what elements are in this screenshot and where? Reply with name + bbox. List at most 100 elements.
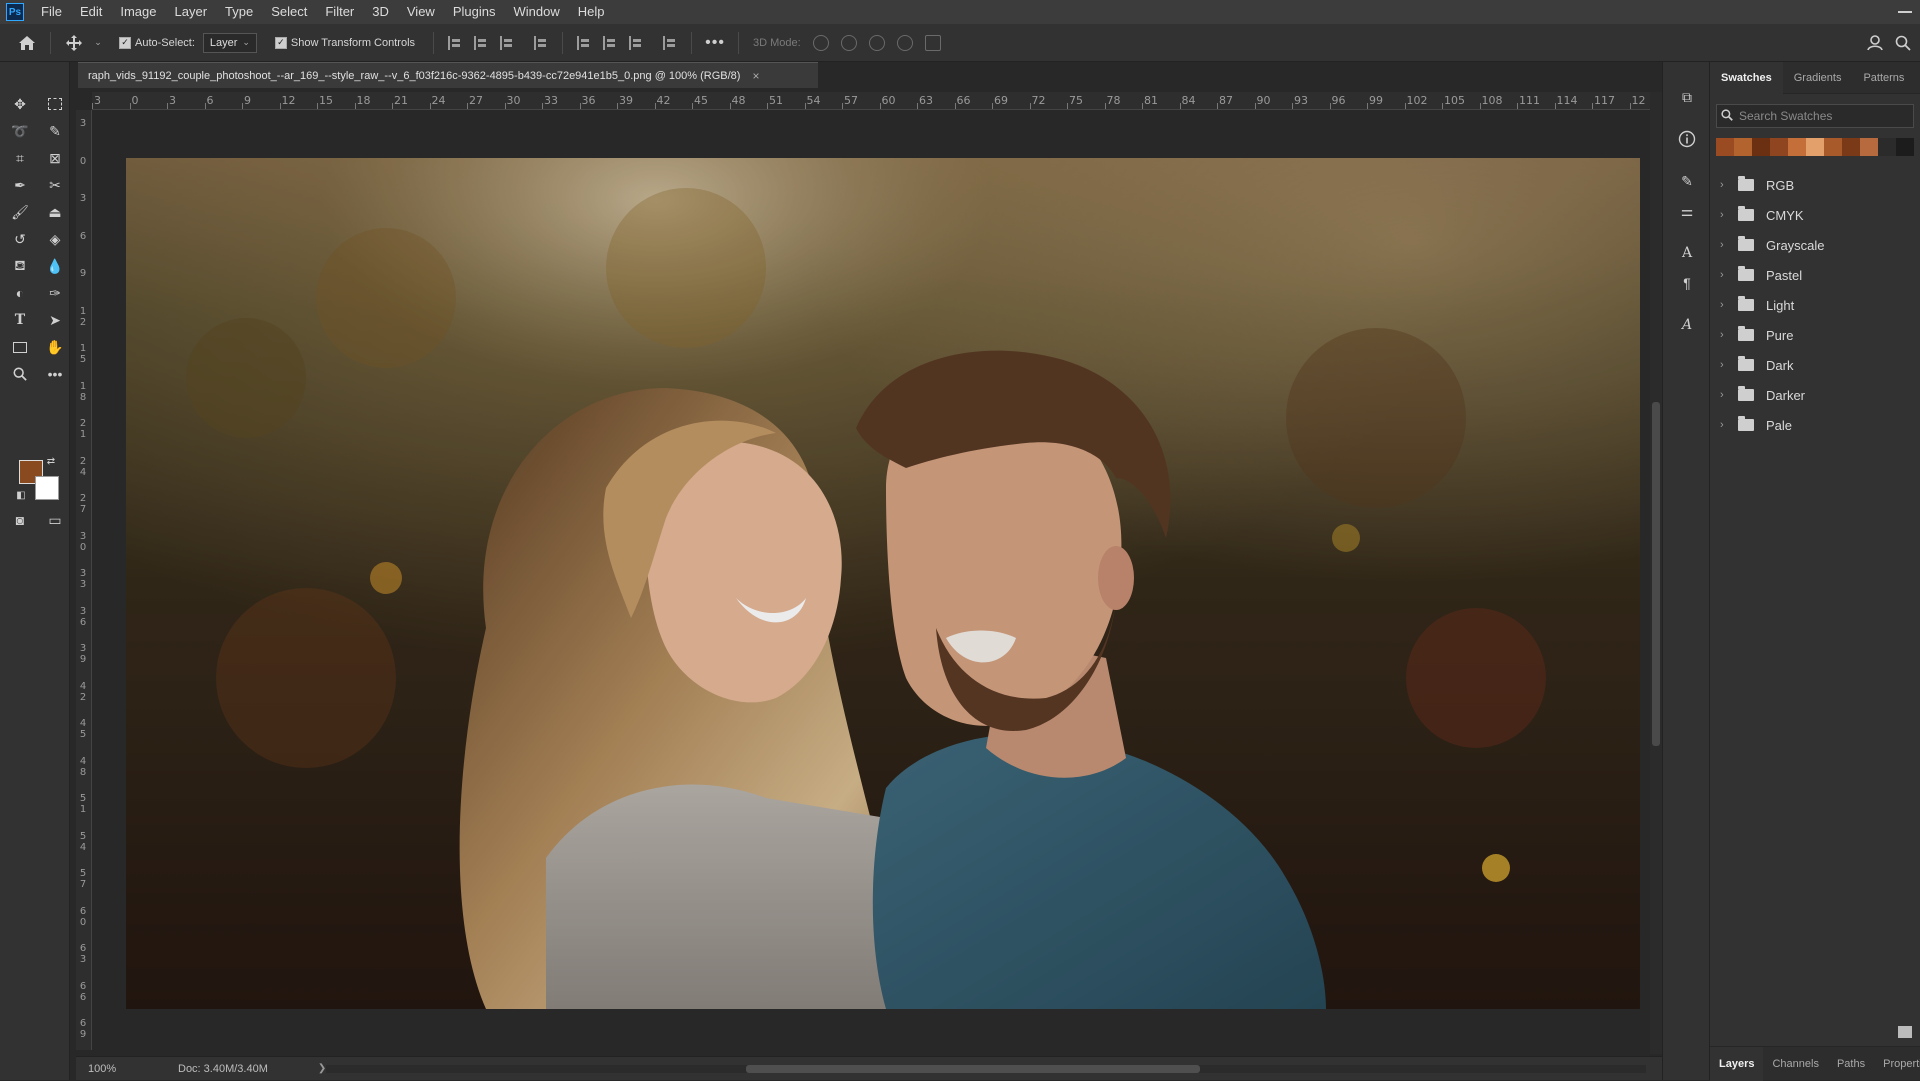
zoom-level[interactable]: 100% [88, 1063, 158, 1075]
eyedropper-tool-icon[interactable]: ✒ [7, 173, 33, 197]
move-tool-icon[interactable]: ✥ [7, 92, 33, 116]
swatch-group-pure[interactable]: › Pure [1710, 320, 1920, 350]
swatch-group-darker[interactable]: › Darker [1710, 380, 1920, 410]
menu-view[interactable]: View [398, 0, 444, 24]
tab-swatches[interactable]: Swatches [1710, 61, 1783, 94]
color-swatch[interactable] [1806, 138, 1824, 156]
adjustments-icon[interactable]: ⚌ [1675, 200, 1699, 222]
auto-select-checkbox[interactable]: ✓ [119, 36, 131, 49]
menu-filter[interactable]: Filter [316, 0, 363, 24]
color-swatch[interactable] [1896, 138, 1914, 156]
paint-bucket-tool-icon[interactable]: ⛾ [7, 254, 33, 278]
paragraph-panel-icon[interactable]: ¶ [1675, 272, 1699, 294]
frame-tool-icon[interactable]: ⊠ [42, 146, 68, 170]
background-color-swatch[interactable] [35, 476, 59, 500]
document-info[interactable]: Doc: 3.40M/3.40M [178, 1063, 268, 1075]
menu-help[interactable]: Help [569, 0, 614, 24]
canvas-area[interactable] [92, 110, 1650, 1056]
history-brush-tool-icon[interactable]: ↺ [7, 227, 33, 251]
3d-slide-icon[interactable] [896, 34, 913, 51]
default-colors-icon[interactable]: ◧ [14, 488, 28, 502]
menu-file[interactable]: File [32, 0, 71, 24]
swatch-search-field[interactable]: Search Swatches [1716, 104, 1914, 128]
history-panel-icon[interactable]: ⧉ [1675, 86, 1699, 108]
eraser-tool-icon[interactable]: ◈ [42, 227, 68, 251]
tab-patterns[interactable]: Patterns [1852, 62, 1915, 94]
lasso-tool-icon[interactable]: ➰ [7, 119, 33, 143]
distribute-vertical-icon[interactable] [663, 35, 677, 50]
search-icon[interactable] [1892, 32, 1914, 54]
brush-tool-icon[interactable]: 🖌 [7, 200, 33, 224]
color-swatch[interactable] [1824, 138, 1842, 156]
tab-properties[interactable]: Properties [1874, 1047, 1920, 1081]
hand-tool-icon[interactable]: ✋ [42, 335, 68, 359]
home-icon[interactable] [16, 32, 38, 54]
color-swatch[interactable] [1716, 138, 1734, 156]
path-selection-tool-icon[interactable]: ➤ [42, 308, 68, 332]
screen-mode-icon[interactable]: ▭ [42, 508, 68, 532]
spot-healing-tool-icon[interactable]: ✂ [42, 173, 68, 197]
marquee-tool-icon[interactable] [42, 92, 68, 116]
new-group-folder-icon[interactable] [1898, 1026, 1912, 1038]
swatch-group-cmyk[interactable]: › CMYK [1710, 200, 1920, 230]
zoom-tool-icon[interactable] [7, 362, 33, 386]
dodge-tool-icon[interactable]: ◐ [7, 281, 33, 305]
menu-select[interactable]: Select [262, 0, 316, 24]
share-user-icon[interactable] [1864, 32, 1886, 54]
menu-image[interactable]: Image [111, 0, 165, 24]
swatch-group-dark[interactable]: › Dark [1710, 350, 1920, 380]
3d-pan-icon[interactable] [868, 34, 885, 51]
info-panel-icon[interactable] [1675, 128, 1699, 150]
vertical-scrollbar[interactable] [1650, 92, 1662, 1054]
swatch-group-rgb[interactable]: › RGB [1710, 170, 1920, 200]
show-transform-checkbox[interactable]: ✓ [274, 36, 287, 49]
glyphs-panel-icon[interactable]: A [1675, 314, 1699, 336]
menu-window[interactable]: Window [504, 0, 568, 24]
menu-edit[interactable]: Edit [71, 0, 111, 24]
tab-gradients[interactable]: Gradients [1783, 62, 1853, 94]
swap-colors-icon[interactable]: ⇄ [44, 454, 58, 468]
align-right-icon[interactable] [500, 35, 514, 50]
close-icon[interactable]: × [752, 69, 759, 83]
align-bottom-icon[interactable] [629, 35, 643, 50]
menu-3d[interactable]: 3D [363, 0, 398, 24]
minimize-button[interactable] [1898, 11, 1912, 13]
menu-type[interactable]: Type [216, 0, 262, 24]
color-swatch[interactable] [1842, 138, 1860, 156]
menu-plugins[interactable]: Plugins [444, 0, 505, 24]
move-tool-icon[interactable] [63, 32, 85, 54]
3d-roll-icon[interactable] [840, 34, 857, 51]
color-swatch[interactable] [1860, 138, 1878, 156]
swatch-group-grayscale[interactable]: › Grayscale [1710, 230, 1920, 260]
align-left-icon[interactable] [448, 35, 462, 50]
auto-select-target-dropdown[interactable]: Layer ⌄ [202, 32, 257, 53]
swatch-group-light[interactable]: › Light [1710, 290, 1920, 320]
vertical-scroll-thumb[interactable] [1652, 402, 1660, 746]
quick-mask-icon[interactable]: ◙ [7, 508, 33, 532]
edit-toolbar-icon[interactable]: ••• [42, 362, 68, 386]
color-swatch[interactable] [1752, 138, 1770, 156]
rectangle-tool-icon[interactable] [7, 335, 33, 359]
color-swatch[interactable] [1878, 138, 1896, 156]
horizontal-scroll-thumb[interactable] [746, 1065, 1200, 1073]
clone-stamp-tool-icon[interactable]: ⏏ [42, 200, 68, 224]
blur-tool-icon[interactable]: 💧 [42, 254, 68, 278]
type-tool-icon[interactable]: T [7, 308, 33, 332]
color-swatch[interactable] [1788, 138, 1806, 156]
more-options-icon[interactable]: ••• [704, 32, 726, 54]
swatch-group-pastel[interactable]: › Pastel [1710, 260, 1920, 290]
pen-tool-icon[interactable]: ✑ [42, 281, 68, 305]
tab-channels[interactable]: Channels [1763, 1047, 1827, 1081]
brush-settings-icon[interactable]: ✎ [1675, 170, 1699, 192]
align-top-icon[interactable] [577, 35, 591, 50]
swatch-group-pale[interactable]: › Pale [1710, 410, 1920, 440]
tab-paths[interactable]: Paths [1828, 1047, 1874, 1081]
crop-tool-icon[interactable]: ⌗ [7, 146, 33, 170]
menu-layer[interactable]: Layer [166, 0, 217, 24]
align-middle-icon[interactable] [603, 35, 617, 50]
document-tab[interactable]: raph_vids_91192_couple_photoshoot_--ar_1… [78, 62, 818, 88]
3d-orbit-icon[interactable] [812, 34, 829, 51]
character-panel-icon[interactable]: A [1675, 242, 1699, 264]
distribute-icon[interactable] [534, 35, 548, 50]
status-menu-arrow[interactable]: ❯ [318, 1063, 326, 1074]
